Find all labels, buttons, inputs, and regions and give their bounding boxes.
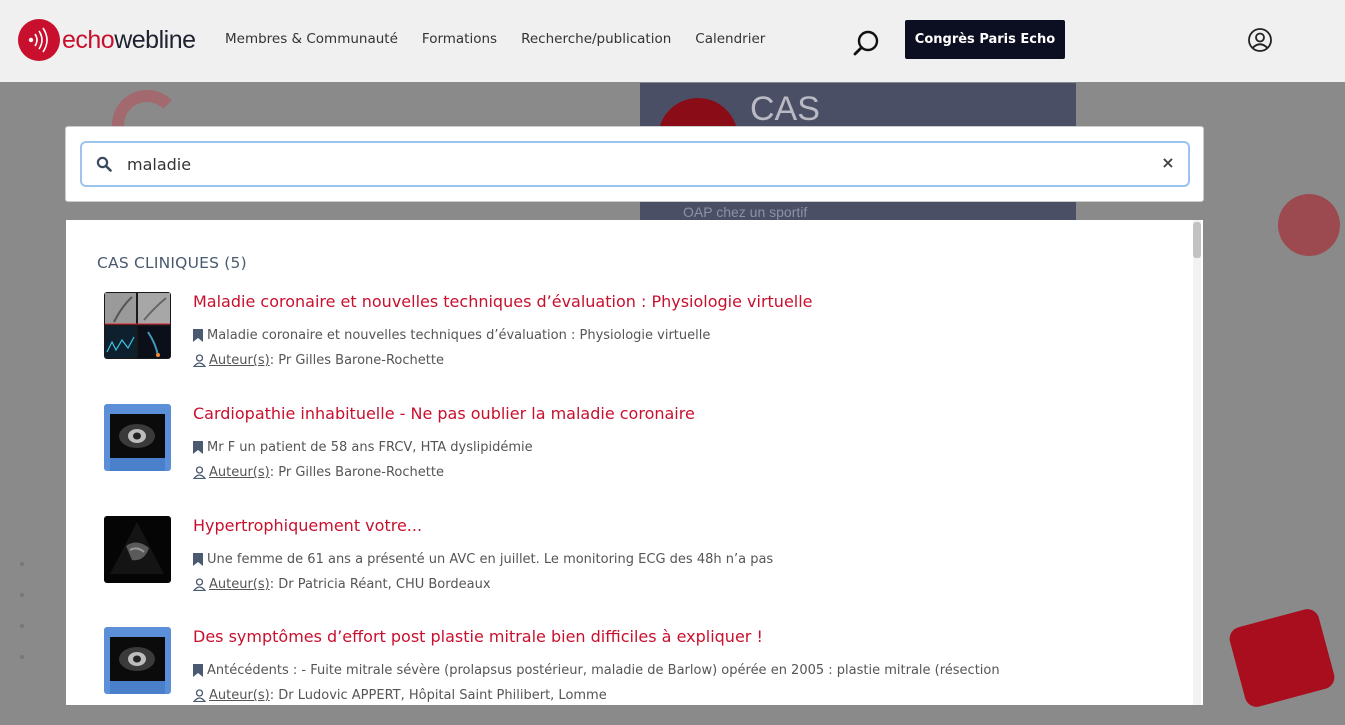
nav-item-calendrier[interactable]: Calendrier xyxy=(695,31,765,47)
person-icon xyxy=(192,689,207,703)
decorative-dot xyxy=(20,655,24,659)
person-icon xyxy=(192,578,207,592)
result-description-text: Antécédents : - Fuite mitrale sévère (pr… xyxy=(207,663,1000,678)
search-results-panel[interactable]: CAS CLINIQUES (5) Maladie coronaire et n… xyxy=(66,220,1203,705)
results-scrollbar[interactable] xyxy=(1193,220,1201,705)
person-icon xyxy=(192,354,207,368)
decorative-dot xyxy=(20,593,24,597)
result-description: Mr F un patient de 58 ans FRCV, HTA dysl… xyxy=(193,440,533,455)
decorative-dot xyxy=(20,624,24,628)
nav-item-recherche[interactable]: Recherche/publication xyxy=(521,31,671,47)
result-thumbnail[interactable] xyxy=(104,627,171,694)
result-thumbnail[interactable] xyxy=(104,292,171,359)
person-icon xyxy=(192,466,207,480)
result-author: Auteur(s) : Dr Patricia Réant, CHU Borde… xyxy=(192,577,491,592)
result-description: Antécédents : - Fuite mitrale sévère (pr… xyxy=(193,663,1000,678)
result-title-link[interactable]: Cardiopathie inhabituelle - Ne pas oubli… xyxy=(193,404,695,423)
nav-item-membres[interactable]: Membres & Communauté xyxy=(225,31,398,47)
bookmark-icon xyxy=(193,329,203,342)
bookmark-icon xyxy=(193,664,203,677)
author-link[interactable]: Auteur(s) xyxy=(209,353,270,368)
result-thumbnail[interactable] xyxy=(104,516,171,583)
result-description-text: Une femme de 61 ans a présenté un AVC en… xyxy=(207,552,774,567)
result-author: Auteur(s) : Pr Gilles Barone-Rochette xyxy=(192,353,444,368)
search-panel: × xyxy=(65,126,1204,202)
decorative-blob xyxy=(1226,606,1338,710)
result-description-text: Mr F un patient de 58 ans FRCV, HTA dysl… xyxy=(207,440,533,455)
search-input[interactable] xyxy=(127,154,1127,174)
logo-text: echowebline xyxy=(62,25,196,54)
site-logo[interactable]: echowebline xyxy=(18,19,196,61)
decorative-blob xyxy=(1278,194,1340,256)
author-name: : Dr Ludovic APPERT, Hôpital Saint Phili… xyxy=(269,688,607,703)
result-author: Auteur(s) : Pr Gilles Barone-Rochette xyxy=(192,465,444,480)
author-name: : Dr Patricia Réant, CHU Bordeaux xyxy=(269,577,491,592)
search-field[interactable]: × xyxy=(80,141,1190,187)
nav-item-formations[interactable]: Formations xyxy=(422,31,497,47)
author-name: : Pr Gilles Barone-Rochette xyxy=(269,353,444,368)
scrollbar-thumb[interactable] xyxy=(1193,222,1201,258)
user-account-icon[interactable] xyxy=(1247,27,1273,53)
author-name: : Pr Gilles Barone-Rochette xyxy=(269,465,444,480)
result-title-link[interactable]: Hypertrophiquement votre... xyxy=(193,516,422,535)
result-item[interactable]: Cardiopathie inhabituelle - Ne pas oubli… xyxy=(104,404,1184,504)
search-icon[interactable] xyxy=(852,29,882,59)
result-item[interactable]: Hypertrophiquement votre... Une femme de… xyxy=(104,516,1184,616)
result-author: Auteur(s) : Dr Ludovic APPERT, Hôpital S… xyxy=(192,688,607,703)
result-description: Une femme de 61 ans a présenté un AVC en… xyxy=(193,552,773,567)
banner-subtitle: OAP chez un sportif xyxy=(683,204,808,220)
result-title-link[interactable]: Des symptômes d’effort post plastie mitr… xyxy=(193,627,763,646)
result-item[interactable]: Des symptômes d’effort post plastie mitr… xyxy=(104,627,1184,705)
author-link[interactable]: Auteur(s) xyxy=(209,688,270,703)
bookmark-icon xyxy=(193,553,203,566)
search-icon xyxy=(96,156,112,172)
result-description: Maladie coronaire et nouvelles technique… xyxy=(193,328,710,343)
site-header: echowebline Membres & Communauté Formati… xyxy=(0,0,1345,82)
banner-title: CAS xyxy=(750,90,820,128)
bookmark-icon xyxy=(193,441,203,454)
decorative-dot xyxy=(20,562,24,566)
congres-paris-echo-button[interactable]: Congrès Paris Echo xyxy=(905,20,1065,59)
main-nav: Membres & Communauté Formations Recherch… xyxy=(225,31,765,47)
result-thumbnail[interactable] xyxy=(104,404,171,471)
clear-search-button[interactable]: × xyxy=(1160,155,1176,171)
logo-mark-icon xyxy=(18,19,60,61)
author-link[interactable]: Auteur(s) xyxy=(209,577,270,592)
result-item[interactable]: Maladie coronaire et nouvelles technique… xyxy=(104,292,1184,392)
results-section-title: CAS CLINIQUES (5) xyxy=(97,254,247,272)
result-description-text: Maladie coronaire et nouvelles technique… xyxy=(207,328,711,343)
author-link[interactable]: Auteur(s) xyxy=(209,465,270,480)
result-title-link[interactable]: Maladie coronaire et nouvelles technique… xyxy=(193,292,813,311)
